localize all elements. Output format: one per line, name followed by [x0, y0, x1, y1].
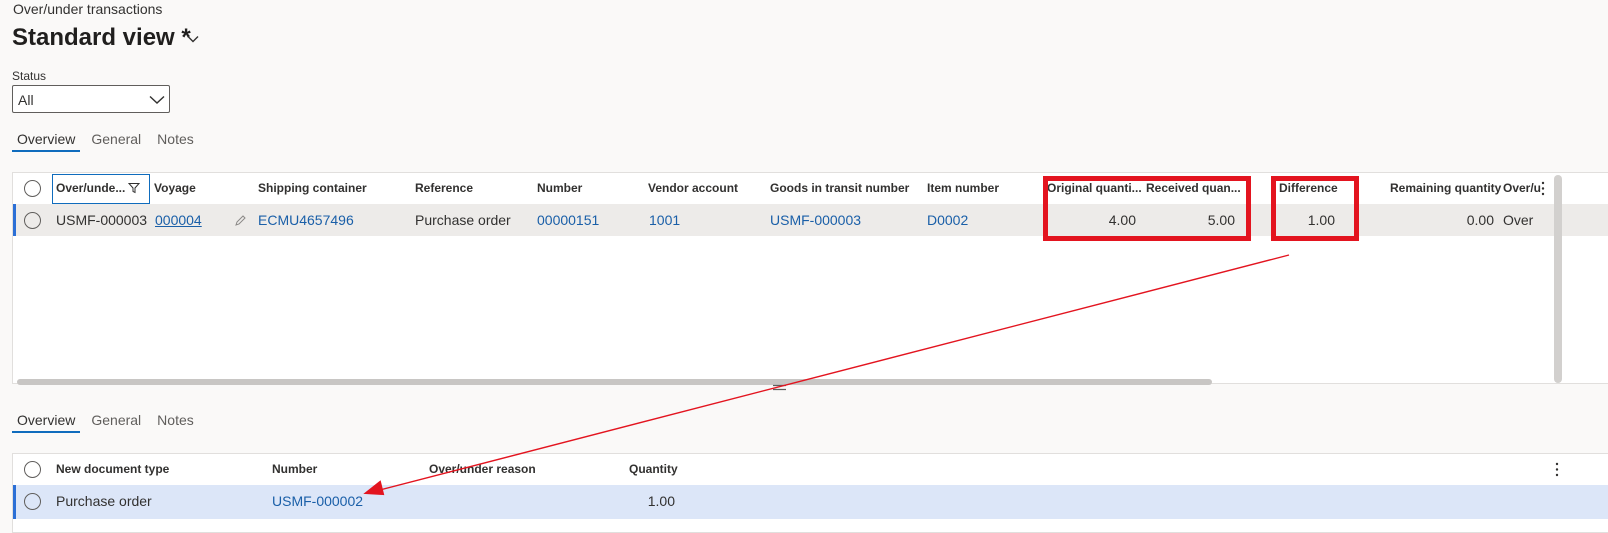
annotation-arrow [363, 254, 1290, 496]
